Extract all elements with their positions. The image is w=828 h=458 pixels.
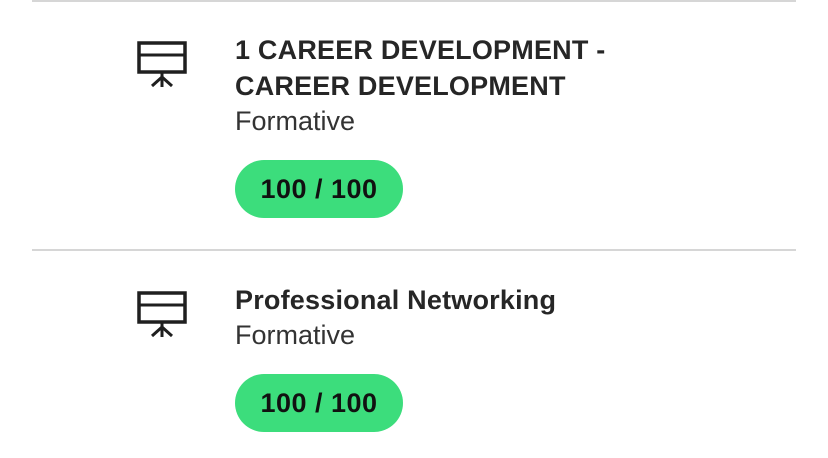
divider [32,0,796,2]
presentation-board-icon [136,40,188,90]
presentation-board-icon [136,290,188,340]
score-badge: 100 / 100 [235,374,403,432]
assessment-list: 1 CAREER DEVELOPMENT - CAREER DEVELOPMEN… [0,0,828,458]
score-badge: 100 / 100 [235,160,403,218]
item-type: Formative [235,320,356,350]
item-type: Formative [235,106,356,136]
item-title[interactable]: Professional Networking [235,282,795,318]
divider [32,249,796,251]
item-title[interactable]: 1 CAREER DEVELOPMENT - CAREER DEVELOPMEN… [235,32,615,104]
